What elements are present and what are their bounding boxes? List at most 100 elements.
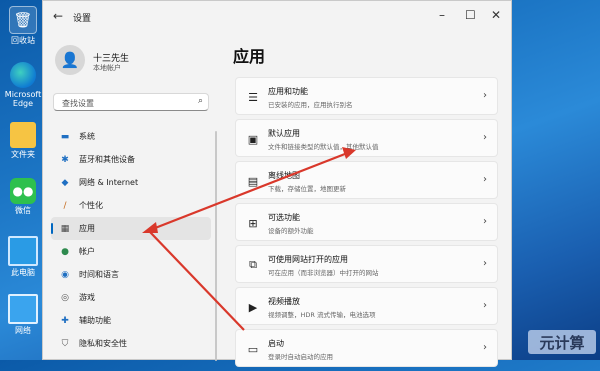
card-title: 可使用网站打开的应用 — [268, 255, 348, 264]
sidebar-item-label: 应用 — [79, 224, 95, 233]
sidebar-item-privacy[interactable]: ⛉ 隐私和安全性 — [51, 332, 211, 355]
person-icon: ● — [61, 246, 69, 257]
folder-shortcut[interactable]: 文件夹 — [4, 122, 42, 159]
card-apps-features[interactable]: ☰ 应用和功能 已安装的应用，应用执行别名 › — [235, 77, 498, 115]
settings-window: ← 设置 – ☐ ✕ 👤 十三先生 本地帐户 ⌕ ▬ 系统 ✱ 蓝牙和其他设备 … — [42, 0, 512, 367]
folder-label: 文件夹 — [11, 150, 35, 159]
chevron-right-icon: › — [483, 132, 487, 143]
person-icon: 👤 — [60, 51, 80, 69]
optional-features-icon: ⊞ — [248, 216, 258, 230]
default-app-icon: ▣ — [247, 132, 259, 146]
sidebar-item-network[interactable]: ◆ 网络 & Internet — [51, 171, 211, 194]
chevron-right-icon: › — [483, 342, 487, 353]
card-title: 离线地图 — [268, 171, 300, 180]
edge-shortcut[interactable]: Microsoft Edge — [4, 62, 42, 108]
sidebar-item-accounts[interactable]: ● 帐户 — [51, 240, 211, 263]
shield-icon: ⛉ — [61, 338, 69, 349]
avatar[interactable]: 👤 — [55, 45, 85, 75]
close-button[interactable]: ✕ — [491, 8, 501, 22]
card-description: 已安装的应用，应用执行别名 — [268, 101, 353, 109]
edge-icon — [10, 62, 36, 88]
sidebar-item-system[interactable]: ▬ 系统 — [51, 125, 211, 148]
recycle-bin-icon: 🗑 — [9, 6, 37, 34]
edge-label: Microsoft Edge — [4, 90, 42, 108]
monitor-icon: ▬ — [60, 131, 70, 142]
card-description: 设备的额外功能 — [268, 227, 314, 235]
sidebar-item-label: 系统 — [79, 132, 95, 141]
card-title: 应用和功能 — [268, 87, 308, 96]
sidebar-item-time-language[interactable]: ◉ 时间和语言 — [51, 263, 211, 286]
gamepad-icon: ◎ — [61, 292, 69, 303]
computer-icon — [8, 236, 38, 266]
sidebar-item-label: 蓝牙和其他设备 — [79, 155, 135, 164]
sidebar-item-apps[interactable]: ▦ 应用 — [51, 217, 211, 240]
sidebar-item-label: 辅助功能 — [79, 316, 111, 325]
map-icon: ▤ — [247, 174, 259, 188]
maximize-button[interactable]: ☐ — [465, 8, 476, 22]
sidebar-scrollbar[interactable] — [215, 131, 217, 361]
wechat-label: 微信 — [15, 206, 31, 215]
globe-clock-icon: ◉ — [61, 269, 69, 280]
sidebar-item-label: 个性化 — [79, 201, 103, 210]
chevron-right-icon: › — [483, 258, 487, 269]
back-arrow-icon[interactable]: ← — [53, 9, 63, 23]
card-description: 视频调整，HDR 流式传输，电池选项 — [268, 311, 376, 319]
window-title: 设置 — [73, 14, 92, 24]
card-title: 可选功能 — [268, 213, 300, 222]
sidebar-item-accessibility[interactable]: ✚ 辅助功能 — [51, 309, 211, 332]
apps-icon: ▦ — [60, 223, 70, 234]
watermark-logo: 元计算 — [528, 330, 596, 354]
sidebar-item-label: 游戏 — [79, 293, 95, 302]
wechat-icon: ●● — [10, 178, 36, 204]
startup-icon: ▭ — [247, 342, 259, 356]
card-title: 启动 — [268, 339, 284, 348]
card-default-apps[interactable]: ▣ 默认应用 文件和链接类型的默认值，其他默认值 › — [235, 119, 498, 157]
card-description: 可在应用（而非浏览器）中打开的网站 — [268, 269, 379, 277]
bluetooth-icon: ✱ — [61, 154, 69, 165]
chevron-right-icon: › — [483, 90, 487, 101]
wifi-icon: ◆ — [61, 177, 69, 188]
brush-icon: / — [63, 200, 67, 211]
card-offline-maps[interactable]: ▤ 离线地图 下载，存储位置，地图更新 › — [235, 161, 498, 199]
card-description: 文件和链接类型的默认值，其他默认值 — [268, 143, 379, 151]
minimize-button[interactable]: – — [439, 8, 445, 22]
search-box[interactable]: ⌕ — [53, 93, 209, 111]
recycle-bin-shortcut[interactable]: 🗑 回收站 — [4, 6, 42, 45]
sidebar-item-label: 帐户 — [79, 247, 95, 256]
card-apps-for-websites[interactable]: ⧉ 可使用网站打开的应用 可在应用（而非浏览器）中打开的网站 › — [235, 245, 498, 283]
search-icon: ⌕ — [197, 96, 203, 106]
card-title: 默认应用 — [268, 129, 300, 138]
apps-settings-list: ☰ 应用和功能 已安装的应用，应用执行别名 › ▣ 默认应用 文件和链接类型的默… — [235, 77, 498, 371]
card-optional-features[interactable]: ⊞ 可选功能 设备的额外功能 › — [235, 203, 498, 241]
list-icon: ☰ — [248, 90, 258, 104]
network-label: 网络 — [15, 326, 31, 335]
sidebar-item-label: 网络 & Internet — [79, 178, 139, 187]
accessibility-icon: ✚ — [61, 315, 69, 326]
recycle-bin-label: 回收站 — [11, 36, 35, 45]
wechat-shortcut[interactable]: ●● 微信 — [4, 178, 42, 215]
chevron-right-icon: › — [483, 174, 487, 185]
card-description: 下载，存储位置，地图更新 — [268, 185, 346, 193]
sidebar-item-bluetooth[interactable]: ✱ 蓝牙和其他设备 — [51, 148, 211, 171]
folder-icon — [10, 122, 36, 148]
network-shortcut[interactable]: 网络 — [4, 294, 42, 335]
card-title: 视频播放 — [268, 297, 300, 306]
computer-label: 此电脑 — [11, 268, 35, 277]
video-icon: ▶ — [248, 300, 258, 314]
sidebar-item-personalization[interactable]: / 个性化 — [51, 194, 211, 217]
search-input[interactable] — [60, 96, 194, 110]
page-title: 应用 — [233, 47, 266, 66]
sidebar-item-label: 时间和语言 — [79, 270, 119, 279]
sidebar-nav: ▬ 系统 ✱ 蓝牙和其他设备 ◆ 网络 & Internet / 个性化 ▦ 应… — [51, 125, 211, 355]
card-startup[interactable]: ▭ 启动 登录时自动启动的应用 › — [235, 329, 498, 367]
title-bar: ← 设置 – ☐ ✕ — [43, 1, 511, 31]
chevron-right-icon: › — [483, 216, 487, 227]
network-icon — [8, 294, 38, 324]
sidebar-item-label: 隐私和安全性 — [79, 339, 127, 348]
chevron-right-icon: › — [483, 300, 487, 311]
sidebar-item-gaming[interactable]: ◎ 游戏 — [51, 286, 211, 309]
computer-shortcut[interactable]: 此电脑 — [4, 236, 42, 277]
card-video-playback[interactable]: ▶ 视频播放 视频调整，HDR 流式传输，电池选项 › — [235, 287, 498, 325]
profile-account-type: 本地帐户 — [93, 64, 121, 72]
web-app-icon: ⧉ — [249, 258, 257, 271]
